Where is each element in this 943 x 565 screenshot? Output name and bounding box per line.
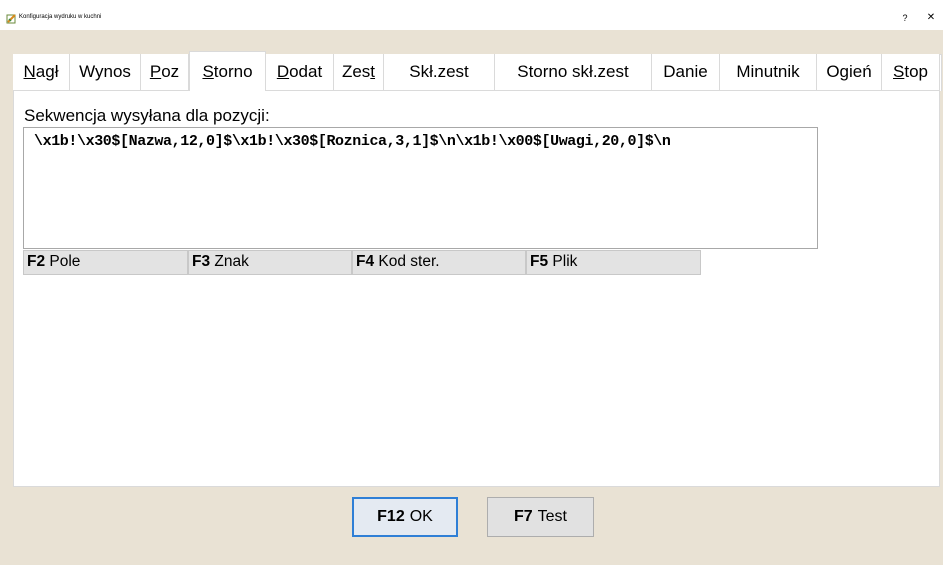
tab-label: Minutnik (736, 62, 800, 81)
tab-poz[interactable]: Poz (141, 54, 189, 90)
fkey-label: Znak (214, 253, 249, 270)
sequence-value: \x1b!\x30$[Nazwa,12,0]$\x1b!\x30$[Roznic… (34, 133, 671, 150)
tab-label: Poz (149, 62, 180, 81)
fkey-label: Kod ster. (378, 253, 440, 270)
close-button[interactable]: ✕ (921, 10, 941, 26)
tab-storno[interactable]: Storno (189, 51, 266, 91)
f5-plik-button[interactable]: F5 Plik (526, 250, 701, 275)
tab-wynos[interactable]: Wynos (70, 54, 141, 90)
ok-button[interactable]: F12 OK (352, 497, 458, 537)
fkey-key: F2 (27, 253, 46, 270)
fkey-label: Pole (49, 253, 81, 270)
tab-label: Ogień (826, 62, 872, 81)
tab-minutnik[interactable]: Minutnik (720, 54, 817, 90)
sequence-textarea[interactable]: \x1b!\x30$[Nazwa,12,0]$\x1b!\x30$[Roznic… (23, 127, 818, 249)
tab-label: Nagł (23, 62, 59, 81)
f4-kod-ster-button[interactable]: F4 Kod ster. (352, 250, 526, 275)
tab-skl-zest[interactable]: Skł.zest (384, 54, 495, 90)
fkey-key: F4 (356, 253, 375, 270)
tab-stop[interactable]: Stop (882, 54, 940, 90)
ok-key: F12 (377, 508, 405, 525)
app-icon (6, 14, 16, 24)
test-label: Test (537, 508, 567, 525)
f2-pole-button[interactable]: F2 Pole (23, 250, 188, 275)
sequence-label: Sekwencja wysyłana dla pozycji: (24, 106, 270, 125)
fkey-key: F3 (192, 253, 211, 270)
fkey-label: Plik (552, 253, 578, 270)
window-title: Konfiguracja wydruku w kuchni (19, 14, 102, 20)
tab-label: Storno skł.zest (517, 62, 629, 81)
tab-label: Danie (663, 62, 708, 81)
tab-label: Dodat (276, 62, 323, 81)
f3-znak-button[interactable]: F3 Znak (188, 250, 352, 275)
tab-label: Stop (893, 62, 928, 81)
tab-label: Wynos (79, 62, 131, 81)
title-bar: Konfiguracja wydruku w kuchni ? ✕ (0, 0, 943, 30)
tab-label: Skł.zest (409, 62, 469, 81)
fkey-key: F5 (530, 253, 549, 270)
test-button[interactable]: F7 Test (487, 497, 594, 537)
tab-storno-skl-zest[interactable]: Storno skł.zest (495, 54, 652, 90)
tab-label: Zest (341, 62, 376, 81)
tab-danie[interactable]: Danie (652, 54, 720, 90)
tab-zest[interactable]: Zest (334, 54, 384, 90)
tab-label: Storno (202, 61, 253, 81)
tab-ogien[interactable]: Ogień (817, 54, 882, 90)
tab-dodat[interactable]: Dodat (266, 54, 334, 90)
help-button[interactable]: ? (897, 10, 913, 26)
tab-nagl[interactable]: Nagł (13, 54, 70, 90)
ok-label: OK (409, 508, 433, 525)
test-key: F7 (513, 508, 533, 525)
